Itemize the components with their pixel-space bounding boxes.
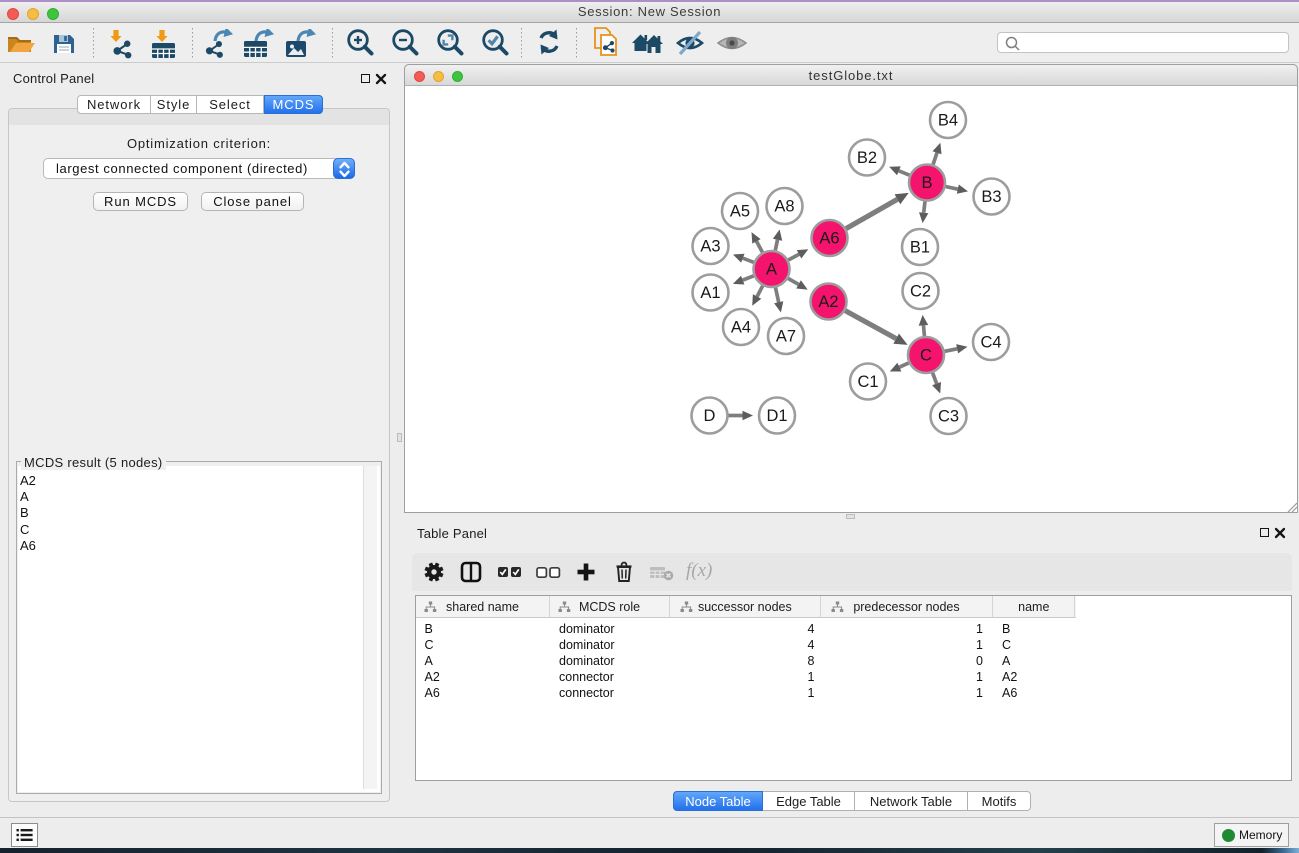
svg-text:A6: A6 <box>819 230 839 248</box>
svg-text:D1: D1 <box>766 407 787 425</box>
svg-text:C4: C4 <box>980 334 1001 352</box>
svg-text:B: B <box>921 174 932 192</box>
svg-text:D: D <box>704 407 716 425</box>
svg-text:A2: A2 <box>818 293 838 311</box>
svg-text:C: C <box>920 347 932 365</box>
svg-text:B4: B4 <box>938 112 958 130</box>
svg-text:C2: C2 <box>910 283 931 301</box>
svg-text:A5: A5 <box>730 203 750 221</box>
svg-text:B2: B2 <box>857 149 877 167</box>
svg-text:A4: A4 <box>731 319 751 337</box>
svg-text:A3: A3 <box>700 238 720 256</box>
svg-text:B3: B3 <box>981 188 1001 206</box>
svg-text:A1: A1 <box>700 284 720 302</box>
svg-text:A: A <box>766 261 777 279</box>
svg-text:A7: A7 <box>776 328 796 346</box>
svg-text:B1: B1 <box>910 239 930 257</box>
svg-text:A8: A8 <box>774 198 794 216</box>
svg-text:C3: C3 <box>938 408 959 426</box>
svg-text:C1: C1 <box>857 373 878 391</box>
